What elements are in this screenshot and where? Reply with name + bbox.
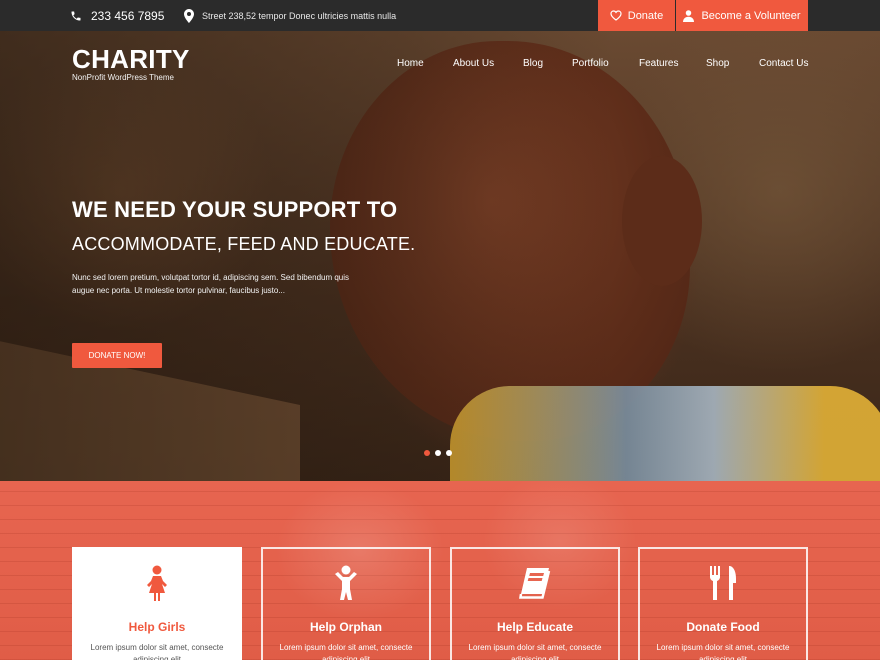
address-text: Street 238,52 tempor Donec ultricies mat… <box>202 10 397 21</box>
service-title: Help Educate <box>496 620 574 634</box>
phone-icon <box>71 11 81 20</box>
slider-dot-3[interactable] <box>446 450 452 456</box>
service-text: Lorem ipsum dolor sit amet, consecte adi… <box>468 643 602 660</box>
slider-dot-1[interactable] <box>424 450 430 456</box>
hero-body-text: Nunc sed lorem pretium, volutpat tortor … <box>72 273 350 295</box>
main-nav: Home About Us Blog Portfolio Features Sh… <box>0 58 880 72</box>
hero-headline: WE NEED YOUR SUPPORT TO <box>72 197 398 222</box>
slider-dots <box>424 450 452 456</box>
user-icon <box>683 9 695 22</box>
nav-item-about-us[interactable]: About Us <box>453 58 494 69</box>
service-icon-wrap <box>640 565 806 603</box>
nav-item-shop[interactable]: Shop <box>706 58 729 69</box>
service-icon-wrap <box>74 565 240 603</box>
hero-slider <box>0 31 880 481</box>
service-icon-wrap <box>452 565 618 603</box>
map-pin-icon <box>184 8 194 23</box>
service-card-help-girls[interactable]: Help Girls Lorem ipsum dolor sit amet, c… <box>72 547 242 660</box>
nav-item-home[interactable]: Home <box>397 58 424 69</box>
service-card-help-educate[interactable]: Help Educate Lorem ipsum dolor sit amet,… <box>450 547 620 660</box>
heart-icon <box>610 10 622 21</box>
service-card-help-orphan[interactable]: Help Orphan Lorem ipsum dolor sit amet, … <box>261 547 431 660</box>
donate-label: Donate <box>627 9 664 22</box>
fork-knife-icon <box>710 566 736 600</box>
phone-number: 233 456 7895 <box>91 8 165 23</box>
donate-button[interactable]: Donate <box>598 0 675 31</box>
volunteer-label: Become a Volunteer <box>701 9 801 22</box>
service-text: Lorem ipsum dolor sit amet, consecte adi… <box>90 643 224 660</box>
book-icon <box>519 568 551 599</box>
service-title: Help Orphan <box>309 620 382 634</box>
become-volunteer-button[interactable]: Become a Volunteer <box>676 0 808 31</box>
nav-item-blog[interactable]: Blog <box>523 58 543 69</box>
service-icon-wrap <box>263 565 429 603</box>
child-icon <box>335 565 357 600</box>
service-text: Lorem ipsum dolor sit amet, consecte adi… <box>279 643 413 660</box>
slider-dot-2[interactable] <box>435 450 441 456</box>
hero-overlay <box>0 31 880 481</box>
service-card-donate-food[interactable]: Donate Food Lorem ipsum dolor sit amet, … <box>638 547 808 660</box>
nav-item-portfolio[interactable]: Portfolio <box>572 58 609 69</box>
service-title: Donate Food <box>686 620 760 634</box>
services-section: Help Girls Lorem ipsum dolor sit amet, c… <box>0 481 880 660</box>
service-title: Help Girls <box>128 620 186 634</box>
donate-now-button[interactable]: DONATE NOW! <box>72 343 162 368</box>
girl-icon <box>147 565 167 601</box>
nav-item-contact-us[interactable]: Contact Us <box>759 58 808 69</box>
site-tagline: NonProfit WordPress Theme <box>72 73 174 82</box>
contact-address: Street 238,52 tempor Donec ultricies mat… <box>184 0 396 31</box>
contact-phone: 233 456 7895 <box>70 0 164 31</box>
hero-subheadline: ACCOMMODATE, FEED AND EDUCATE. <box>72 234 416 254</box>
top-bar: 233 456 7895 Street 238,52 tempor Donec … <box>0 0 880 31</box>
nav-item-features[interactable]: Features <box>639 58 678 69</box>
service-text: Lorem ipsum dolor sit amet, consecte adi… <box>656 643 790 660</box>
